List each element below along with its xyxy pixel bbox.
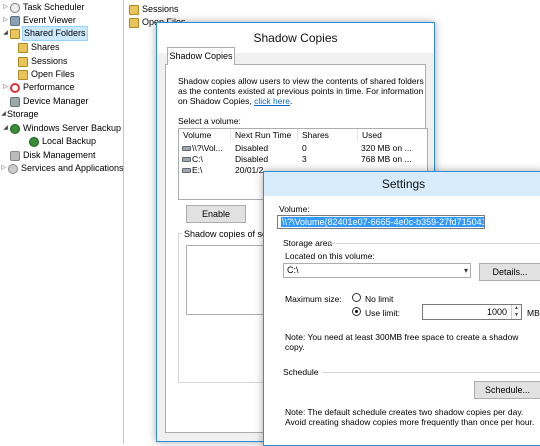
drive-icon xyxy=(182,168,191,174)
column-header-shares[interactable]: Shares xyxy=(298,129,358,141)
backup-icon xyxy=(10,123,20,134)
enable-button[interactable]: Enable xyxy=(186,205,246,223)
shares-icon xyxy=(18,42,28,53)
use-limit-label: Use limit: xyxy=(365,308,400,318)
tree-item-sessions[interactable]: Sessions xyxy=(17,55,68,68)
volume-select[interactable]: C:\ ▾ xyxy=(283,263,471,278)
shared-folders-icon xyxy=(10,28,20,39)
drive-icon xyxy=(182,146,191,152)
tree-item-disk-management[interactable]: Disk Management xyxy=(9,149,96,162)
volume-field[interactable]: \\?\Volume{82401e07-6665-4e0c-b359-27fd7… xyxy=(277,215,485,229)
select-volume-label: Select a volume: xyxy=(178,116,241,126)
navigation-tree: ▷ Task Scheduler ▷ Event Viewer ◢ Shared… xyxy=(0,0,124,444)
settings-dialog: Settings Volume: \\?\Volume{82401e07-666… xyxy=(263,171,540,446)
no-limit-radio[interactable] xyxy=(352,293,361,302)
event-viewer-icon xyxy=(10,15,20,26)
chevron-down-icon: ▾ xyxy=(463,266,468,275)
unit-label: MB xyxy=(527,308,540,318)
performance-icon xyxy=(10,82,20,93)
max-size-label: Maximum size: xyxy=(285,294,342,304)
disk-icon xyxy=(10,150,20,161)
storage-area-label: Storage area xyxy=(283,238,333,248)
shadow-description: Shadow copies allow users to view the co… xyxy=(178,76,424,106)
column-header-next-run[interactable]: Next Run Time xyxy=(231,129,298,141)
spin-arrows-icon[interactable]: ▲ ▼ xyxy=(511,305,521,319)
tree-item-shared-folders[interactable]: ◢ Shared Folders xyxy=(2,26,88,41)
local-backup-icon xyxy=(29,136,39,147)
tree-item-shares[interactable]: Shares xyxy=(17,41,60,54)
tree-item-event-viewer[interactable]: ▷ Event Viewer xyxy=(2,14,76,27)
tree-item-open-files[interactable]: Open Files xyxy=(17,68,75,81)
tree-item-performance[interactable]: ▷ Performance xyxy=(2,81,75,94)
details-button[interactable]: Details... xyxy=(479,263,540,281)
shadow-copies-group-label: Shadow copies of sele xyxy=(182,229,277,239)
use-limit-radio[interactable] xyxy=(352,307,361,316)
tree-item-storage[interactable]: ◢ Storage xyxy=(0,108,38,121)
tree-item-task-scheduler[interactable]: ▷ Task Scheduler xyxy=(2,1,85,14)
column-header-used[interactable]: Used xyxy=(358,129,427,141)
volume-label: Volume: xyxy=(279,204,310,214)
tab-shadow-copies[interactable]: Shadow Copies xyxy=(167,47,235,65)
schedule-button[interactable]: Schedule... xyxy=(474,381,540,399)
located-on-label: Located on this volume: xyxy=(285,251,375,261)
help-link[interactable]: click here xyxy=(254,96,290,106)
sessions-icon xyxy=(129,4,139,15)
open-files-icon xyxy=(129,17,139,28)
device-manager-icon xyxy=(10,96,20,107)
tree-item-services[interactable]: ▷ Services and Applications xyxy=(0,162,124,175)
tree-item-local-backup[interactable]: Local Backup xyxy=(28,135,96,148)
services-icon xyxy=(8,163,18,174)
limit-stepper[interactable]: 1000 ▲ ▼ xyxy=(422,304,522,320)
schedule-note: Note: The default schedule creates two s… xyxy=(285,407,535,427)
minimum-space-note: Note: You need at least 300MB free space… xyxy=(285,332,519,352)
schedule-label: Schedule xyxy=(283,367,319,377)
tree-item-device-manager[interactable]: Device Manager xyxy=(2,95,89,108)
drive-icon xyxy=(182,157,191,163)
main-item-sessions[interactable]: Sessions xyxy=(128,3,179,16)
sessions-icon xyxy=(18,56,28,67)
column-header-volume[interactable]: Volume xyxy=(179,129,231,141)
no-limit-label: No limit xyxy=(365,294,394,304)
tree-item-windows-server-backup[interactable]: ◢ Windows Server Backup xyxy=(2,122,121,135)
clock-icon xyxy=(10,2,20,13)
settings-title: Settings xyxy=(264,172,540,196)
open-files-icon xyxy=(18,69,28,80)
